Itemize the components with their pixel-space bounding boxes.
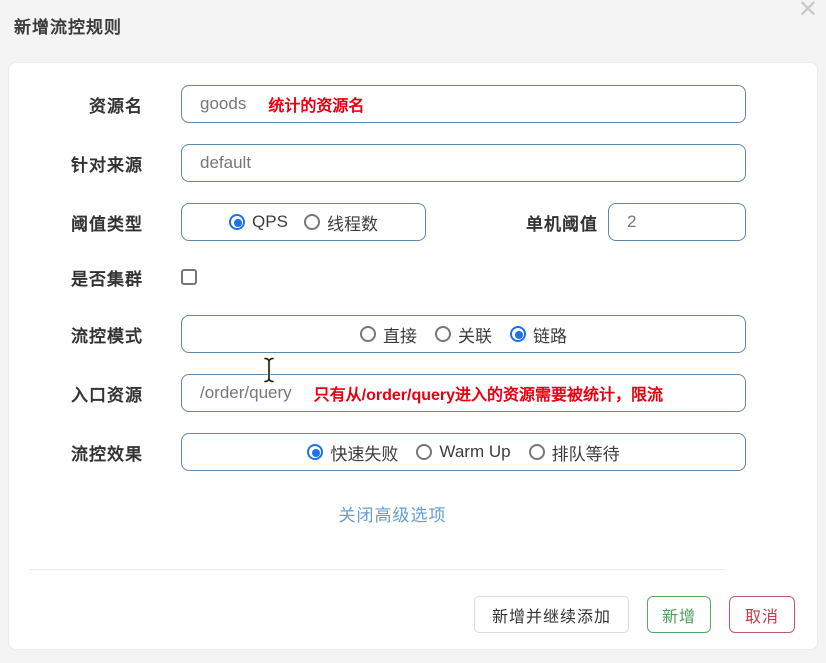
behavior-radio-group: 快速失败 Warm Up 排队等待: [181, 433, 746, 471]
resource-input[interactable]: goods 统计的资源名: [181, 85, 746, 123]
threshold-input[interactable]: 2: [608, 203, 746, 241]
limit-app-label: 针对来源: [39, 151, 143, 176]
row-resource: 资源名 goods 统计的资源名: [39, 85, 746, 123]
ref-resource-value: /order/query: [200, 383, 292, 403]
radio-qps-icon: [229, 214, 245, 230]
row-behavior: 流控效果 快速失败 Warm Up 排队等待: [39, 433, 746, 471]
radio-direct-label: 直接: [383, 322, 417, 347]
strategy-radio-group: 直接 关联 链路: [181, 315, 746, 353]
grade-label: 阈值类型: [39, 210, 143, 235]
radio-warm-up[interactable]: Warm Up: [416, 442, 510, 462]
dialog-footer: 新增并继续添加 新增 取消: [88, 596, 795, 633]
dialog-title: 新增流控规则: [14, 18, 122, 37]
radio-thread-icon: [304, 214, 320, 230]
row-limit-app: 针对来源 default: [39, 144, 746, 182]
row-grade: 阈值类型 QPS 线程数 单机阈值 2: [39, 203, 746, 241]
radio-relate[interactable]: 关联: [435, 322, 492, 347]
footer-divider: [29, 569, 726, 570]
radio-fast-fail-icon: [307, 444, 323, 460]
form-panel: 资源名 goods 统计的资源名 针对来源 default 阈值类型 QPS 线…: [8, 62, 818, 650]
row-ref-resource: 入口资源 /order/query 只有从/order/query进入的资源需要…: [39, 374, 746, 412]
radio-warm-up-label: Warm Up: [439, 442, 510, 462]
close-icon[interactable]: ✕: [798, 0, 818, 24]
radio-chain-icon: [510, 326, 526, 342]
cancel-button[interactable]: 取消: [729, 596, 795, 633]
threshold-label: 单机阈值: [526, 210, 598, 235]
threshold-value: 2: [627, 212, 636, 232]
behavior-label: 流控效果: [39, 440, 143, 465]
toggle-advanced-link[interactable]: 关闭高级选项: [339, 506, 447, 525]
row-cluster: 是否集群: [39, 262, 746, 292]
add-and-continue-button[interactable]: 新增并继续添加: [474, 596, 629, 633]
radio-relate-icon: [435, 326, 451, 342]
radio-queue[interactable]: 排队等待: [529, 440, 620, 465]
ref-resource-input[interactable]: /order/query 只有从/order/query进入的资源需要被统计，限…: [181, 374, 746, 412]
add-button[interactable]: 新增: [647, 596, 711, 633]
resource-annotation: 统计的资源名: [268, 92, 364, 116]
radio-relate-label: 关联: [458, 322, 492, 347]
resource-label: 资源名: [39, 92, 143, 117]
radio-direct-icon: [360, 326, 376, 342]
resource-value: goods: [200, 94, 246, 114]
radio-queue-icon: [529, 444, 545, 460]
radio-fast-fail[interactable]: 快速失败: [307, 440, 398, 465]
cluster-label: 是否集群: [39, 265, 143, 290]
radio-thread[interactable]: 线程数: [304, 210, 378, 235]
radio-fast-fail-label: 快速失败: [330, 440, 398, 465]
radio-chain-label: 链路: [533, 322, 567, 347]
dialog-header: 新增流控规则 ✕: [0, 0, 826, 62]
radio-direct[interactable]: 直接: [360, 322, 417, 347]
radio-chain[interactable]: 链路: [510, 322, 567, 347]
radio-queue-label: 排队等待: [552, 440, 620, 465]
radio-qps[interactable]: QPS: [229, 212, 288, 232]
radio-thread-label: 线程数: [327, 210, 378, 235]
radio-qps-label: QPS: [252, 212, 288, 232]
ref-resource-label: 入口资源: [39, 381, 143, 406]
radio-warm-up-icon: [416, 444, 432, 460]
limit-app-value: default: [200, 153, 251, 173]
grade-radio-group: QPS 线程数: [181, 203, 426, 241]
advanced-link-wrap: 关闭高级选项: [39, 501, 746, 526]
row-strategy: 流控模式 直接 关联 链路: [39, 315, 746, 353]
limit-app-input[interactable]: default: [181, 144, 746, 182]
ref-resource-annotation: 只有从/order/query进入的资源需要被统计，限流: [314, 381, 663, 405]
strategy-label: 流控模式: [39, 322, 143, 347]
cluster-checkbox[interactable]: [181, 269, 197, 285]
